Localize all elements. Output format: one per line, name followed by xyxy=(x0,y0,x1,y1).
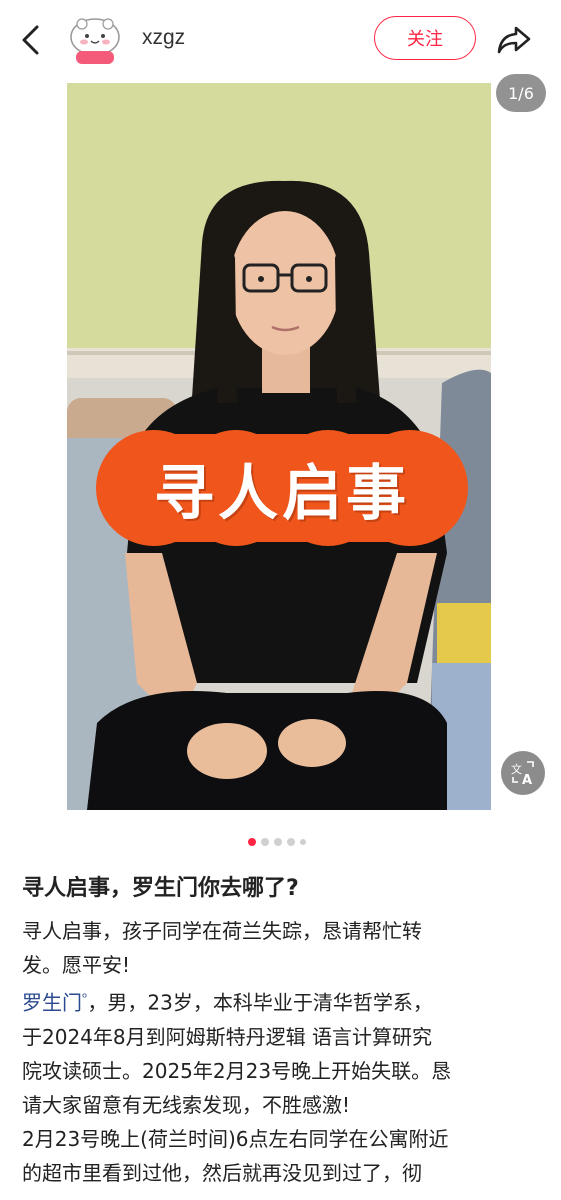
follow-button[interactable]: 关注 xyxy=(374,16,476,60)
body-line: 请大家留意有无线索发现，不胜感激! xyxy=(22,1092,351,1117)
body-text: ，男，23岁，本科毕业于清华哲学系， xyxy=(87,990,433,1015)
share-button[interactable] xyxy=(492,18,536,62)
username[interactable]: xzgz xyxy=(142,26,185,50)
body-line: 罗生门ᵒ，男，23岁，本科毕业于清华哲学系， xyxy=(22,982,542,1020)
translate-button[interactable]: 文 A xyxy=(501,751,545,795)
svg-text:A: A xyxy=(522,773,532,787)
carousel-dot xyxy=(274,838,282,846)
svg-text:文: 文 xyxy=(511,762,522,776)
back-arrow-icon xyxy=(22,25,39,55)
translate-icon: 文 A xyxy=(511,761,534,787)
share-icon xyxy=(497,26,531,54)
carousel-dot-active xyxy=(248,838,256,846)
avatar[interactable] xyxy=(64,10,126,72)
body-line: 寻人启事，孩子同学在荷兰失踪，恳请帮忙转 xyxy=(22,919,422,943)
body-line: 发。愿平安! xyxy=(22,953,131,977)
carousel-dot xyxy=(300,839,306,845)
carousel-dot xyxy=(261,838,269,846)
post-body: 寻人启事，孩子同学在荷兰失踪，恳请帮忙转 发。愿平安! 罗生门ᵒ，男，23岁，本… xyxy=(22,914,542,1190)
top-bar: xzgz 关注 xyxy=(0,0,561,80)
back-button[interactable] xyxy=(12,20,48,60)
body-line: 于2024年8月到阿姆斯特丹逻辑 语言计算研究 xyxy=(22,1024,432,1049)
body-line: 2月23号晚上(荷兰时间)6点左右同学在公寓附近 xyxy=(22,1126,449,1151)
avatar-image xyxy=(70,18,120,64)
body-line: 院攻读硕士。2025年2月23号晚上开始失联。恳 xyxy=(22,1058,452,1083)
banner-text: 寻人启事 xyxy=(154,458,410,529)
mention-link[interactable]: 罗生门 xyxy=(22,991,82,1015)
carousel-dot xyxy=(287,838,295,846)
post-title: 寻人启事，罗生门你去哪了? xyxy=(22,876,299,901)
page-counter: 1/6 xyxy=(496,74,546,112)
carousel-indicator xyxy=(248,838,306,846)
missing-person-banner: 寻人启事 xyxy=(96,430,468,546)
body-line: 的超市里看到过他，然后就再没见到过了，彻 xyxy=(22,1160,422,1185)
